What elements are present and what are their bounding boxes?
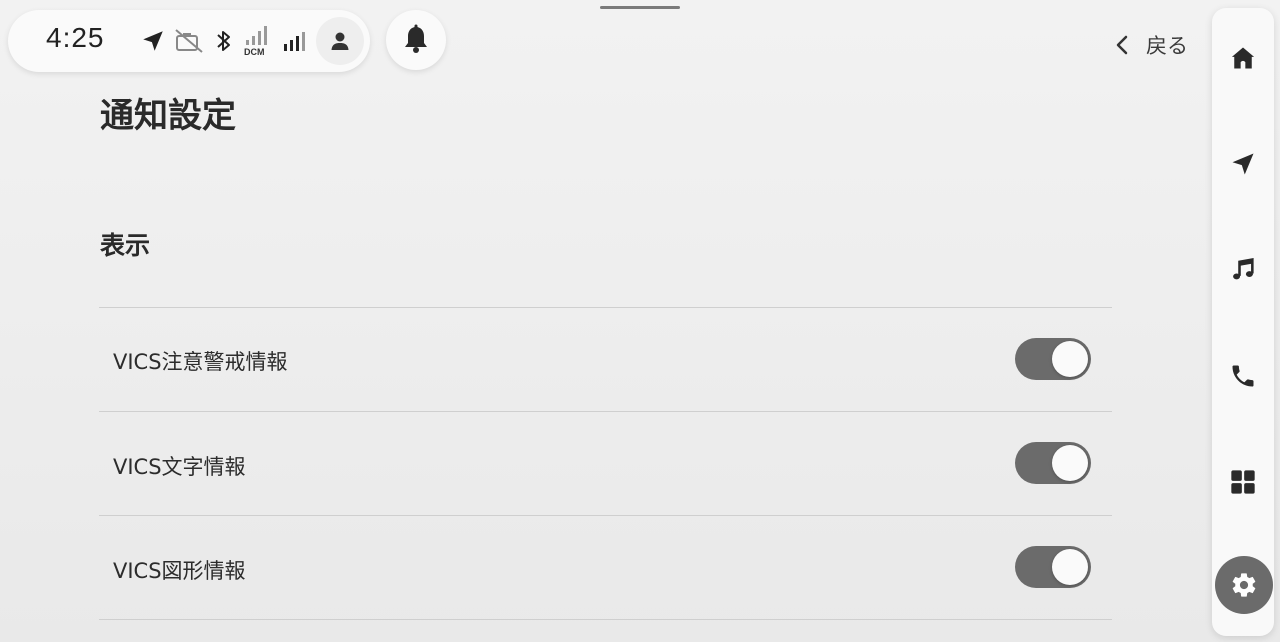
back-button[interactable]: 戻る: [1110, 28, 1200, 62]
bluetooth-icon: [214, 28, 240, 54]
navigation-icon: [1232, 153, 1254, 175]
toggle-knob: [1052, 549, 1088, 585]
divider: [99, 307, 1112, 308]
divider: [99, 515, 1112, 516]
bell-icon: [405, 24, 427, 53]
drag-handle[interactable]: [600, 6, 680, 9]
gear-icon: [1232, 573, 1256, 597]
music-note-icon: [1233, 257, 1254, 280]
sidebar-item-music[interactable]: [1219, 246, 1267, 294]
sidebar-item-settings[interactable]: [1215, 556, 1273, 614]
sidebar-item-apps[interactable]: [1219, 458, 1267, 506]
clock: 4:25: [46, 22, 105, 53]
user-icon: [331, 32, 349, 50]
navigation-arrow-icon: [140, 28, 166, 54]
phone-icon: [1232, 365, 1254, 387]
toggle-knob: [1052, 341, 1088, 377]
section-title: 表示: [100, 231, 151, 260]
camera-off-icon: [174, 28, 203, 54]
dcm-label: DCM: [244, 47, 265, 57]
vics-caution-toggle[interactable]: [1015, 338, 1091, 380]
back-label: 戻る: [1146, 34, 1188, 58]
setting-label: VICS図形情報: [113, 559, 246, 583]
cellular-signal-icon: [282, 30, 308, 56]
chevron-left-icon: [1116, 35, 1128, 55]
app-sidebar: [1212, 8, 1274, 636]
user-avatar-button[interactable]: [316, 17, 364, 65]
setting-label: VICS注意警戒情報: [113, 350, 288, 374]
status-bar: 4:25 DCM: [8, 10, 370, 72]
sidebar-item-phone[interactable]: [1219, 352, 1267, 400]
grid-icon: [1231, 470, 1255, 494]
toggle-knob: [1052, 445, 1088, 481]
home-icon: [1231, 47, 1255, 69]
vics-graphic-toggle[interactable]: [1015, 546, 1091, 588]
setting-label: VICS文字情報: [113, 455, 246, 479]
sidebar-item-home[interactable]: [1219, 34, 1267, 82]
divider: [99, 411, 1112, 412]
page-title: 通知設定: [100, 96, 236, 136]
sidebar-item-navigation[interactable]: [1219, 140, 1267, 188]
divider: [99, 619, 1112, 620]
vics-text-toggle[interactable]: [1015, 442, 1091, 484]
notifications-button[interactable]: [386, 10, 446, 70]
